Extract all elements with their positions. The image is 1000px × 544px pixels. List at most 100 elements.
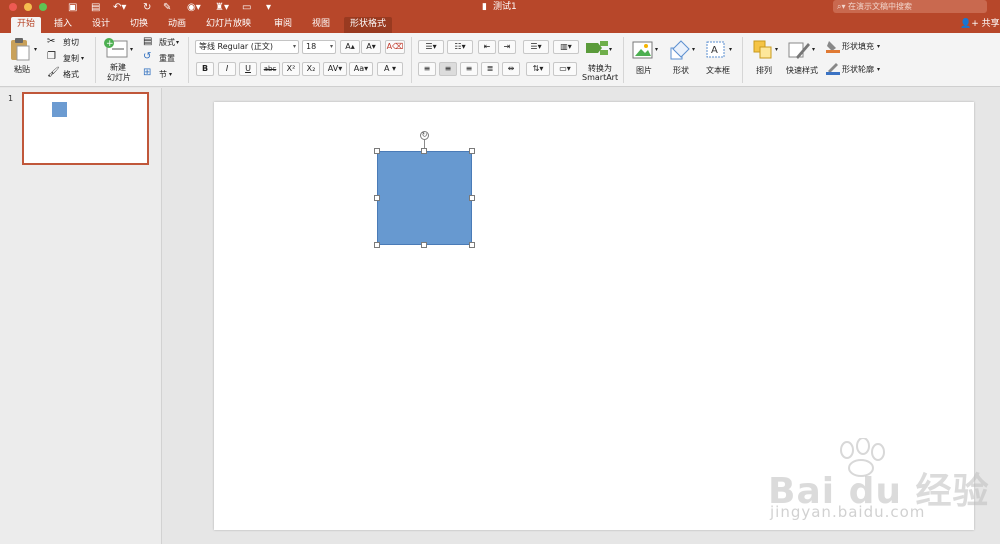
subscript-button[interactable]: X₂ [302,62,320,76]
shape-fill-icon[interactable] [826,39,840,53]
copy-icon[interactable]: ❐ [47,52,56,62]
shape-fill-button[interactable]: 形状填充 [842,42,874,52]
tab-review[interactable]: 审阅 [268,17,298,33]
zoom-window-button[interactable] [39,3,47,11]
line-spacing-button[interactable]: ☰▾ [523,40,549,54]
search-input[interactable]: ⌕▾ 在演示文稿中搜索 [833,0,987,13]
reset-icon[interactable]: ↺ [143,52,151,62]
shape-fill-dropdown-icon[interactable]: ▾ [877,42,880,52]
layout-icon[interactable]: ▤ [143,37,152,47]
reset-button[interactable]: 重置 [159,54,175,64]
customize-toolbar-icon[interactable]: ▾ [266,1,271,14]
redo-icon[interactable]: ↻ [143,1,151,14]
rotate-icon[interactable]: ↻ [420,131,429,140]
arrange-dropdown-icon[interactable]: ▾ [775,45,778,55]
textbox-label[interactable]: 文本框 [706,66,730,76]
tab-slideshow[interactable]: 幻灯片放映 [200,17,257,33]
align-center-button[interactable]: ≡ [439,62,457,76]
font-name-select[interactable]: 等线 Regular (正文) ▾ [195,40,299,54]
numbering-button[interactable]: ☷▾ [447,40,473,54]
tab-animations[interactable]: 动画 [162,17,192,33]
undo-icon[interactable]: ↶▾ [113,1,126,14]
shape-outline-button[interactable]: 形状轮廓 [842,65,874,75]
copy-dropdown-icon[interactable]: ▾ [81,54,84,64]
quick-styles-icon[interactable] [788,39,812,61]
minimize-window-button[interactable] [24,3,32,11]
italic-button[interactable]: I [218,62,236,76]
clear-formatting-button[interactable]: A⌫ [385,40,405,54]
shapes-label[interactable]: 形状 [673,66,689,76]
section-button[interactable]: 节 [159,70,167,80]
tab-transitions[interactable]: 切换 [124,17,154,33]
new-slide-icon[interactable]: + [103,37,129,59]
resize-handle-top-left[interactable] [374,148,380,154]
arrange-icon[interactable] [752,39,774,61]
new-slide-dropdown-icon[interactable]: ▾ [130,45,133,55]
new-slide-label-1[interactable]: 新建 [110,63,126,73]
arrange-label[interactable]: 排列 [756,66,772,76]
picture-icon[interactable] [632,40,654,60]
increase-font-button[interactable]: A▴ [340,40,360,54]
align-right-button[interactable]: ≡ [460,62,478,76]
superscript-button[interactable]: X² [282,62,300,76]
resize-handle-top[interactable] [421,148,427,154]
columns-button[interactable]: ▥▾ [553,40,579,54]
strikethrough-button[interactable]: abc [260,62,280,76]
share-button[interactable]: 👤+ 共享 [960,17,1000,32]
cut-icon[interactable]: ✂ [47,37,55,47]
slideshow-icon[interactable]: ▭ [242,1,251,14]
tab-home[interactable]: 开始 [11,17,42,33]
tab-insert[interactable]: 插入 [48,17,78,33]
convert-smartart-label-2[interactable]: SmartArt [582,73,618,83]
textbox-dropdown-icon[interactable]: ▾ [729,45,732,55]
smartart-dropdown-icon[interactable]: ▾ [609,45,612,55]
sidebar-toggle-icon[interactable]: ▣ [68,1,77,14]
new-slide-label-2[interactable]: 幻灯片 [107,73,131,83]
resize-handle-bottom-left[interactable] [374,242,380,248]
underline-button[interactable]: U [239,62,257,76]
resize-handle-right[interactable] [469,195,475,201]
paste-icon[interactable] [9,37,31,61]
align-text-button[interactable]: ▭▾ [553,62,577,76]
resize-handle-top-right[interactable] [469,148,475,154]
quick-styles-dropdown-icon[interactable]: ▾ [812,45,815,55]
text-direction-button[interactable]: ⇅▾ [526,62,550,76]
decrease-indent-button[interactable]: ⇤ [478,40,496,54]
smartart-icon[interactable] [584,39,610,57]
font-color-button[interactable]: A ▾ [377,62,403,76]
slide-thumbnail[interactable] [22,92,149,165]
font-size-select[interactable]: 18 ▾ [302,40,336,54]
format-painter-button[interactable]: 格式 [63,70,79,80]
paste-dropdown-icon[interactable]: ▾ [34,45,37,55]
bold-button[interactable]: B [196,62,214,76]
textbox-icon[interactable]: A [705,39,727,61]
edit-icon[interactable]: ✎ [163,1,171,14]
close-window-button[interactable] [9,3,17,11]
section-dropdown-icon[interactable]: ▾ [169,70,172,80]
picture-dropdown-icon[interactable]: ▾ [655,45,658,55]
tab-view[interactable]: 视图 [306,17,336,33]
shapes-dropdown-icon[interactable]: ▾ [692,45,695,55]
change-case-button[interactable]: Aa▾ [349,62,373,76]
tab-shape-format[interactable]: 形状格式 [344,17,393,33]
align-left-button[interactable]: ≡ [418,62,436,76]
quick-styles-label[interactable]: 快速样式 [786,66,818,76]
resize-handle-left[interactable] [374,195,380,201]
decrease-font-button[interactable]: A▾ [361,40,381,54]
bullets-button[interactable]: ☰▾ [418,40,444,54]
shapes-gallery-icon[interactable] [669,39,691,61]
save-icon[interactable]: ▤ [91,1,100,14]
shape-outline-icon[interactable] [826,61,840,75]
character-spacing-button[interactable]: AV▾ [323,62,347,76]
copy-button[interactable]: 复制 [63,54,79,64]
increase-indent-button[interactable]: ⇥ [498,40,516,54]
presenter-icon[interactable]: ♜▾ [215,1,229,14]
shape-outline-dropdown-icon[interactable]: ▾ [877,65,880,75]
justify-button[interactable]: ≣ [481,62,499,76]
layout-button[interactable]: 版式 [159,38,175,48]
resize-handle-bottom[interactable] [421,242,427,248]
picture-label[interactable]: 图片 [636,66,652,76]
section-icon[interactable]: ⊞ [143,68,151,78]
layout-dropdown-icon[interactable]: ▾ [176,38,179,48]
tab-design[interactable]: 设计 [86,17,116,33]
